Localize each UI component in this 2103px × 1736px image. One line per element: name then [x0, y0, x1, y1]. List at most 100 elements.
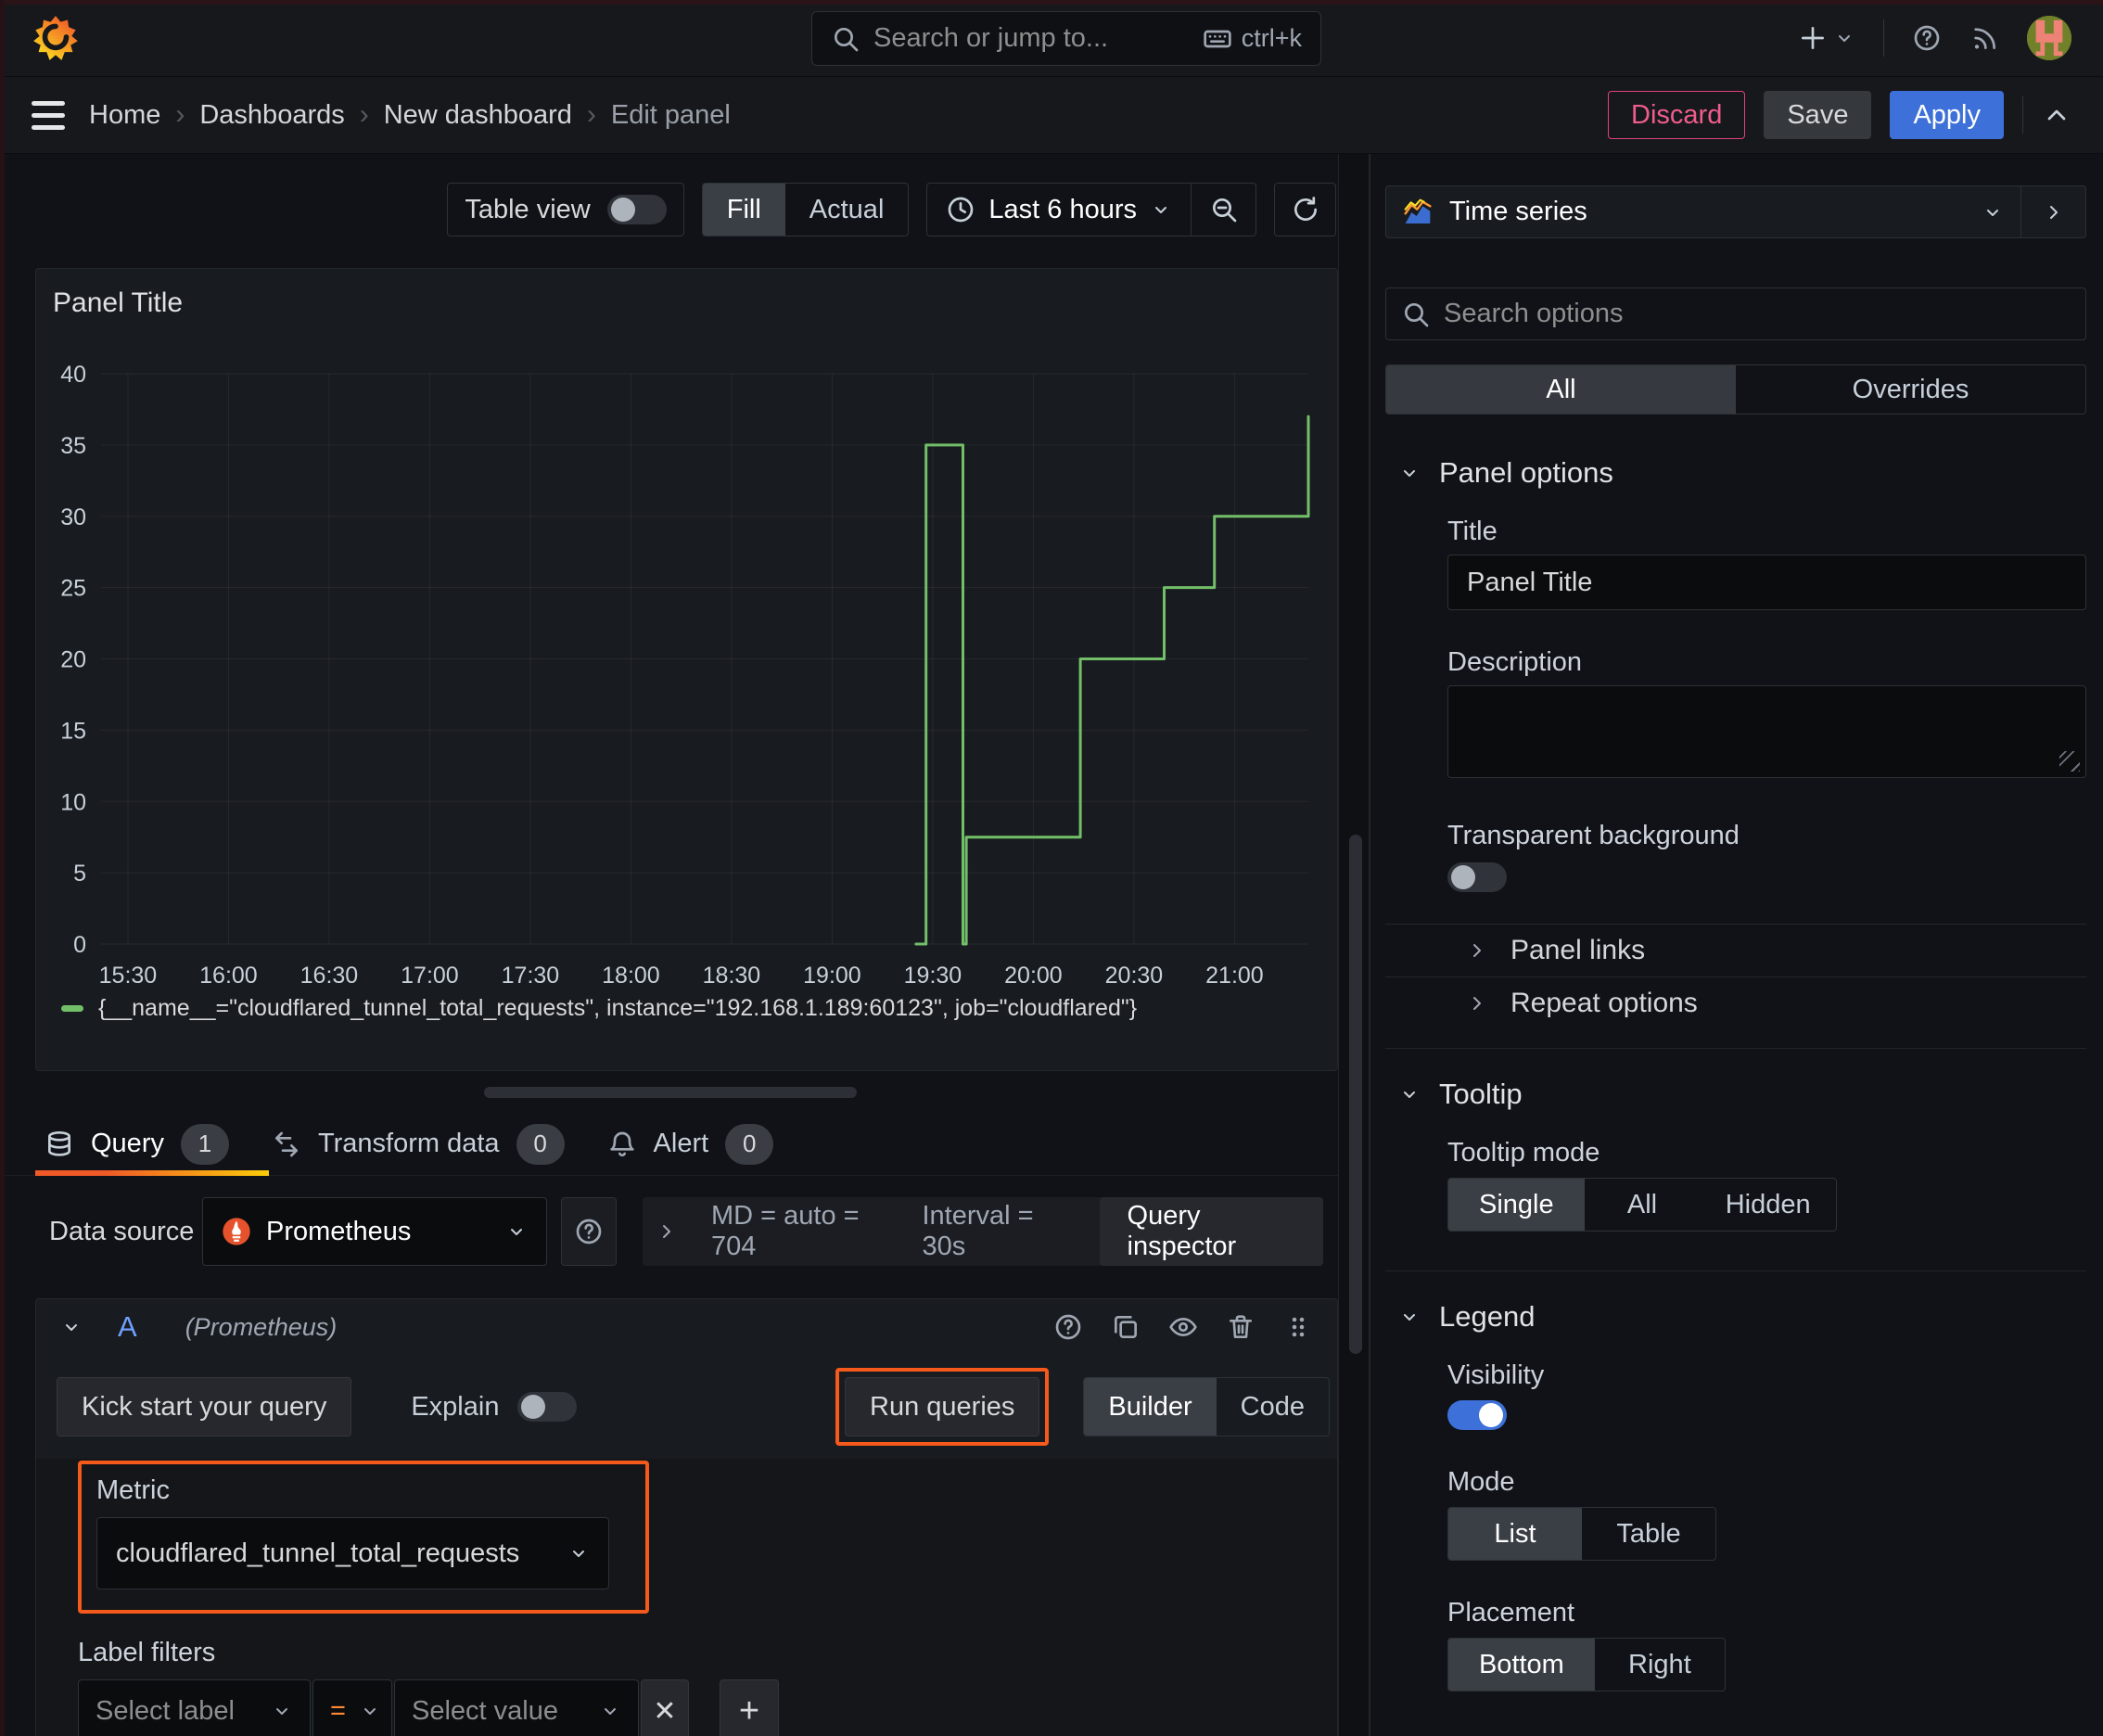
help-circle-icon [576, 1219, 602, 1245]
run-queries-button[interactable]: Run queries [845, 1377, 1040, 1436]
main-scrollbar-thumb[interactable] [1349, 835, 1362, 1354]
grafana-logo-icon[interactable] [32, 14, 80, 62]
time-range-label: Last 6 hours [988, 194, 1137, 224]
legend-visibility-label: Visibility [1447, 1360, 1545, 1390]
news-button[interactable] [1969, 23, 1999, 53]
zoom-out-time-button[interactable] [1191, 184, 1255, 236]
metric-label: Metric [96, 1475, 170, 1505]
time-series-chart[interactable]: 0 5 10 15 20 25 30 35 40 15:30 16:00 16:30 17:00 17:3… [36, 269, 1339, 1072]
bottom-pane-tabs: Query 1 Transform data 0 Alert 0 [0, 1113, 1370, 1176]
rss-icon [1974, 28, 1995, 49]
menu-toggle-button[interactable] [32, 100, 65, 130]
svg-text:20:00: 20:00 [1004, 963, 1063, 989]
breadcrumb-new-dashboard[interactable]: New dashboard [384, 100, 572, 131]
remove-filter-button[interactable]: ✕ [641, 1679, 689, 1736]
query-row-header[interactable]: A (Prometheus) [36, 1299, 1337, 1355]
legend-mode-list[interactable]: List [1448, 1508, 1582, 1560]
transparent-background-toggle[interactable] [1447, 862, 1507, 892]
tab-overrides[interactable]: Overrides [1736, 365, 2085, 414]
new-menu-button[interactable] [1798, 23, 1855, 53]
legend-placement-bottom[interactable]: Bottom [1448, 1639, 1595, 1691]
legend-placement-right[interactable]: Right [1595, 1639, 1725, 1691]
section-tooltip[interactable]: Tooltip [1385, 1075, 2086, 1114]
chevron-right-icon [2049, 205, 2058, 219]
panel-title-input[interactable] [1447, 555, 2086, 610]
user-avatar[interactable] [2027, 16, 2071, 60]
panel-options-sidebar: Time series All Overrides Panel options … [1370, 154, 2103, 1736]
label-filters-row: Select label = Select value ✕ + [78, 1679, 1337, 1736]
chart-legend-item[interactable]: {__name__="cloudflared_tunnel_total_requ… [61, 995, 1137, 1022]
code-option[interactable]: Code [1217, 1378, 1329, 1436]
visualization-picker[interactable]: Time series [1386, 186, 2020, 237]
kick-start-query-button[interactable]: Kick start your query [57, 1377, 352, 1436]
metric-select[interactable]: cloudflared_tunnel_total_requests [96, 1517, 609, 1589]
repeat-options-section[interactable]: Repeat options [1385, 977, 2086, 1029]
tab-all[interactable]: All [1386, 365, 1736, 414]
refresh-icon [1294, 197, 1317, 221]
collapse-header-button[interactable] [2042, 100, 2071, 130]
repeat-options-label: Repeat options [1510, 988, 1698, 1018]
chevron-down-icon[interactable] [60, 1316, 83, 1338]
help-button[interactable] [1912, 23, 1942, 53]
explain-toggle[interactable] [517, 1392, 578, 1422]
select-value-dropdown[interactable]: Select value [394, 1679, 639, 1736]
tab-alert[interactable]: Alert 0 [598, 1113, 784, 1175]
drag-handle-icon[interactable] [1283, 1312, 1313, 1342]
panel-links-section[interactable]: Panel links [1385, 925, 2086, 976]
operator-dropdown[interactable]: = [312, 1679, 392, 1736]
query-inspector-button[interactable]: Query inspector [1099, 1197, 1323, 1266]
chevron-down-icon [1987, 209, 1998, 216]
tooltip-mode-label: Tooltip mode [1447, 1138, 1600, 1168]
panel-options-title: Panel options [1439, 456, 1613, 489]
datasource-picker[interactable]: Prometheus [202, 1197, 547, 1266]
pane-resize-handle[interactable] [483, 1087, 857, 1098]
breadcrumb-home[interactable]: Home [89, 100, 160, 131]
tab-query[interactable]: Query 1 [35, 1113, 238, 1175]
global-search-input[interactable]: Search or jump to... ctrl+k [811, 11, 1321, 66]
section-legend[interactable]: Legend [1385, 1297, 2086, 1336]
save-button[interactable]: Save [1764, 91, 1872, 139]
tab-transform-count: 0 [516, 1123, 565, 1165]
query-ref-id: A [118, 1310, 137, 1343]
main-scrollbar-track[interactable] [1338, 154, 1370, 1736]
add-filter-button[interactable]: + [720, 1679, 779, 1736]
datasource-help-button[interactable] [561, 1197, 617, 1266]
duplicate-query-icon[interactable] [1111, 1312, 1141, 1342]
chevron-down-icon [363, 1708, 376, 1715]
table-view-toggle[interactable] [606, 195, 667, 224]
builder-option[interactable]: Builder [1084, 1378, 1217, 1436]
tab-transform-data[interactable]: Transform data 0 [262, 1113, 574, 1175]
tooltip-title: Tooltip [1439, 1078, 1523, 1110]
apply-button[interactable]: Apply [1890, 91, 2004, 139]
legend-visibility-toggle[interactable] [1447, 1400, 1507, 1430]
viz-picker-expand-button[interactable] [2020, 186, 2085, 237]
toggle-visibility-icon[interactable] [1168, 1312, 1198, 1342]
panel-edit-main-pane: Table view Fill Actual Last 6 hours Pane… [0, 154, 1370, 1736]
fill-option[interactable]: Fill [702, 184, 785, 236]
breadcrumb-dashboards[interactable]: Dashboards [199, 100, 344, 131]
actual-option[interactable]: Actual [785, 184, 909, 236]
delete-query-icon[interactable] [1226, 1312, 1255, 1342]
select-label-dropdown[interactable]: Select label [78, 1679, 311, 1736]
tooltip-mode-single[interactable]: Single [1448, 1179, 1585, 1231]
search-placeholder: Search or jump to... [873, 23, 1109, 53]
refresh-button[interactable] [1274, 183, 1336, 236]
svg-text:17:00: 17:00 [401, 963, 459, 989]
explain-label: Explain [411, 1391, 500, 1422]
visualization-type: Time series [1449, 197, 1587, 226]
tooltip-mode-hidden[interactable]: Hidden [1700, 1179, 1836, 1231]
options-search-input[interactable] [1444, 299, 2071, 329]
tooltip-mode-all[interactable]: All [1585, 1179, 1701, 1231]
svg-text:17:30: 17:30 [502, 963, 560, 989]
help-circle-icon[interactable] [1053, 1312, 1083, 1342]
time-range-picker[interactable]: Last 6 hours [927, 195, 1191, 225]
chevron-right-icon[interactable] [656, 1220, 678, 1243]
breadcrumb-separator: › [359, 99, 369, 130]
legend-mode-table[interactable]: Table [1582, 1508, 1715, 1560]
discard-button[interactable]: Discard [1608, 91, 1746, 139]
breadcrumb-bar: Home › Dashboards › New dashboard › Edit… [0, 77, 2103, 154]
section-panel-options[interactable]: Panel options [1385, 453, 2086, 492]
panel-description-input[interactable] [1447, 685, 2086, 778]
panel-edit-actions: Discard Save Apply [1608, 91, 2071, 139]
keyboard-icon [1204, 30, 1231, 47]
